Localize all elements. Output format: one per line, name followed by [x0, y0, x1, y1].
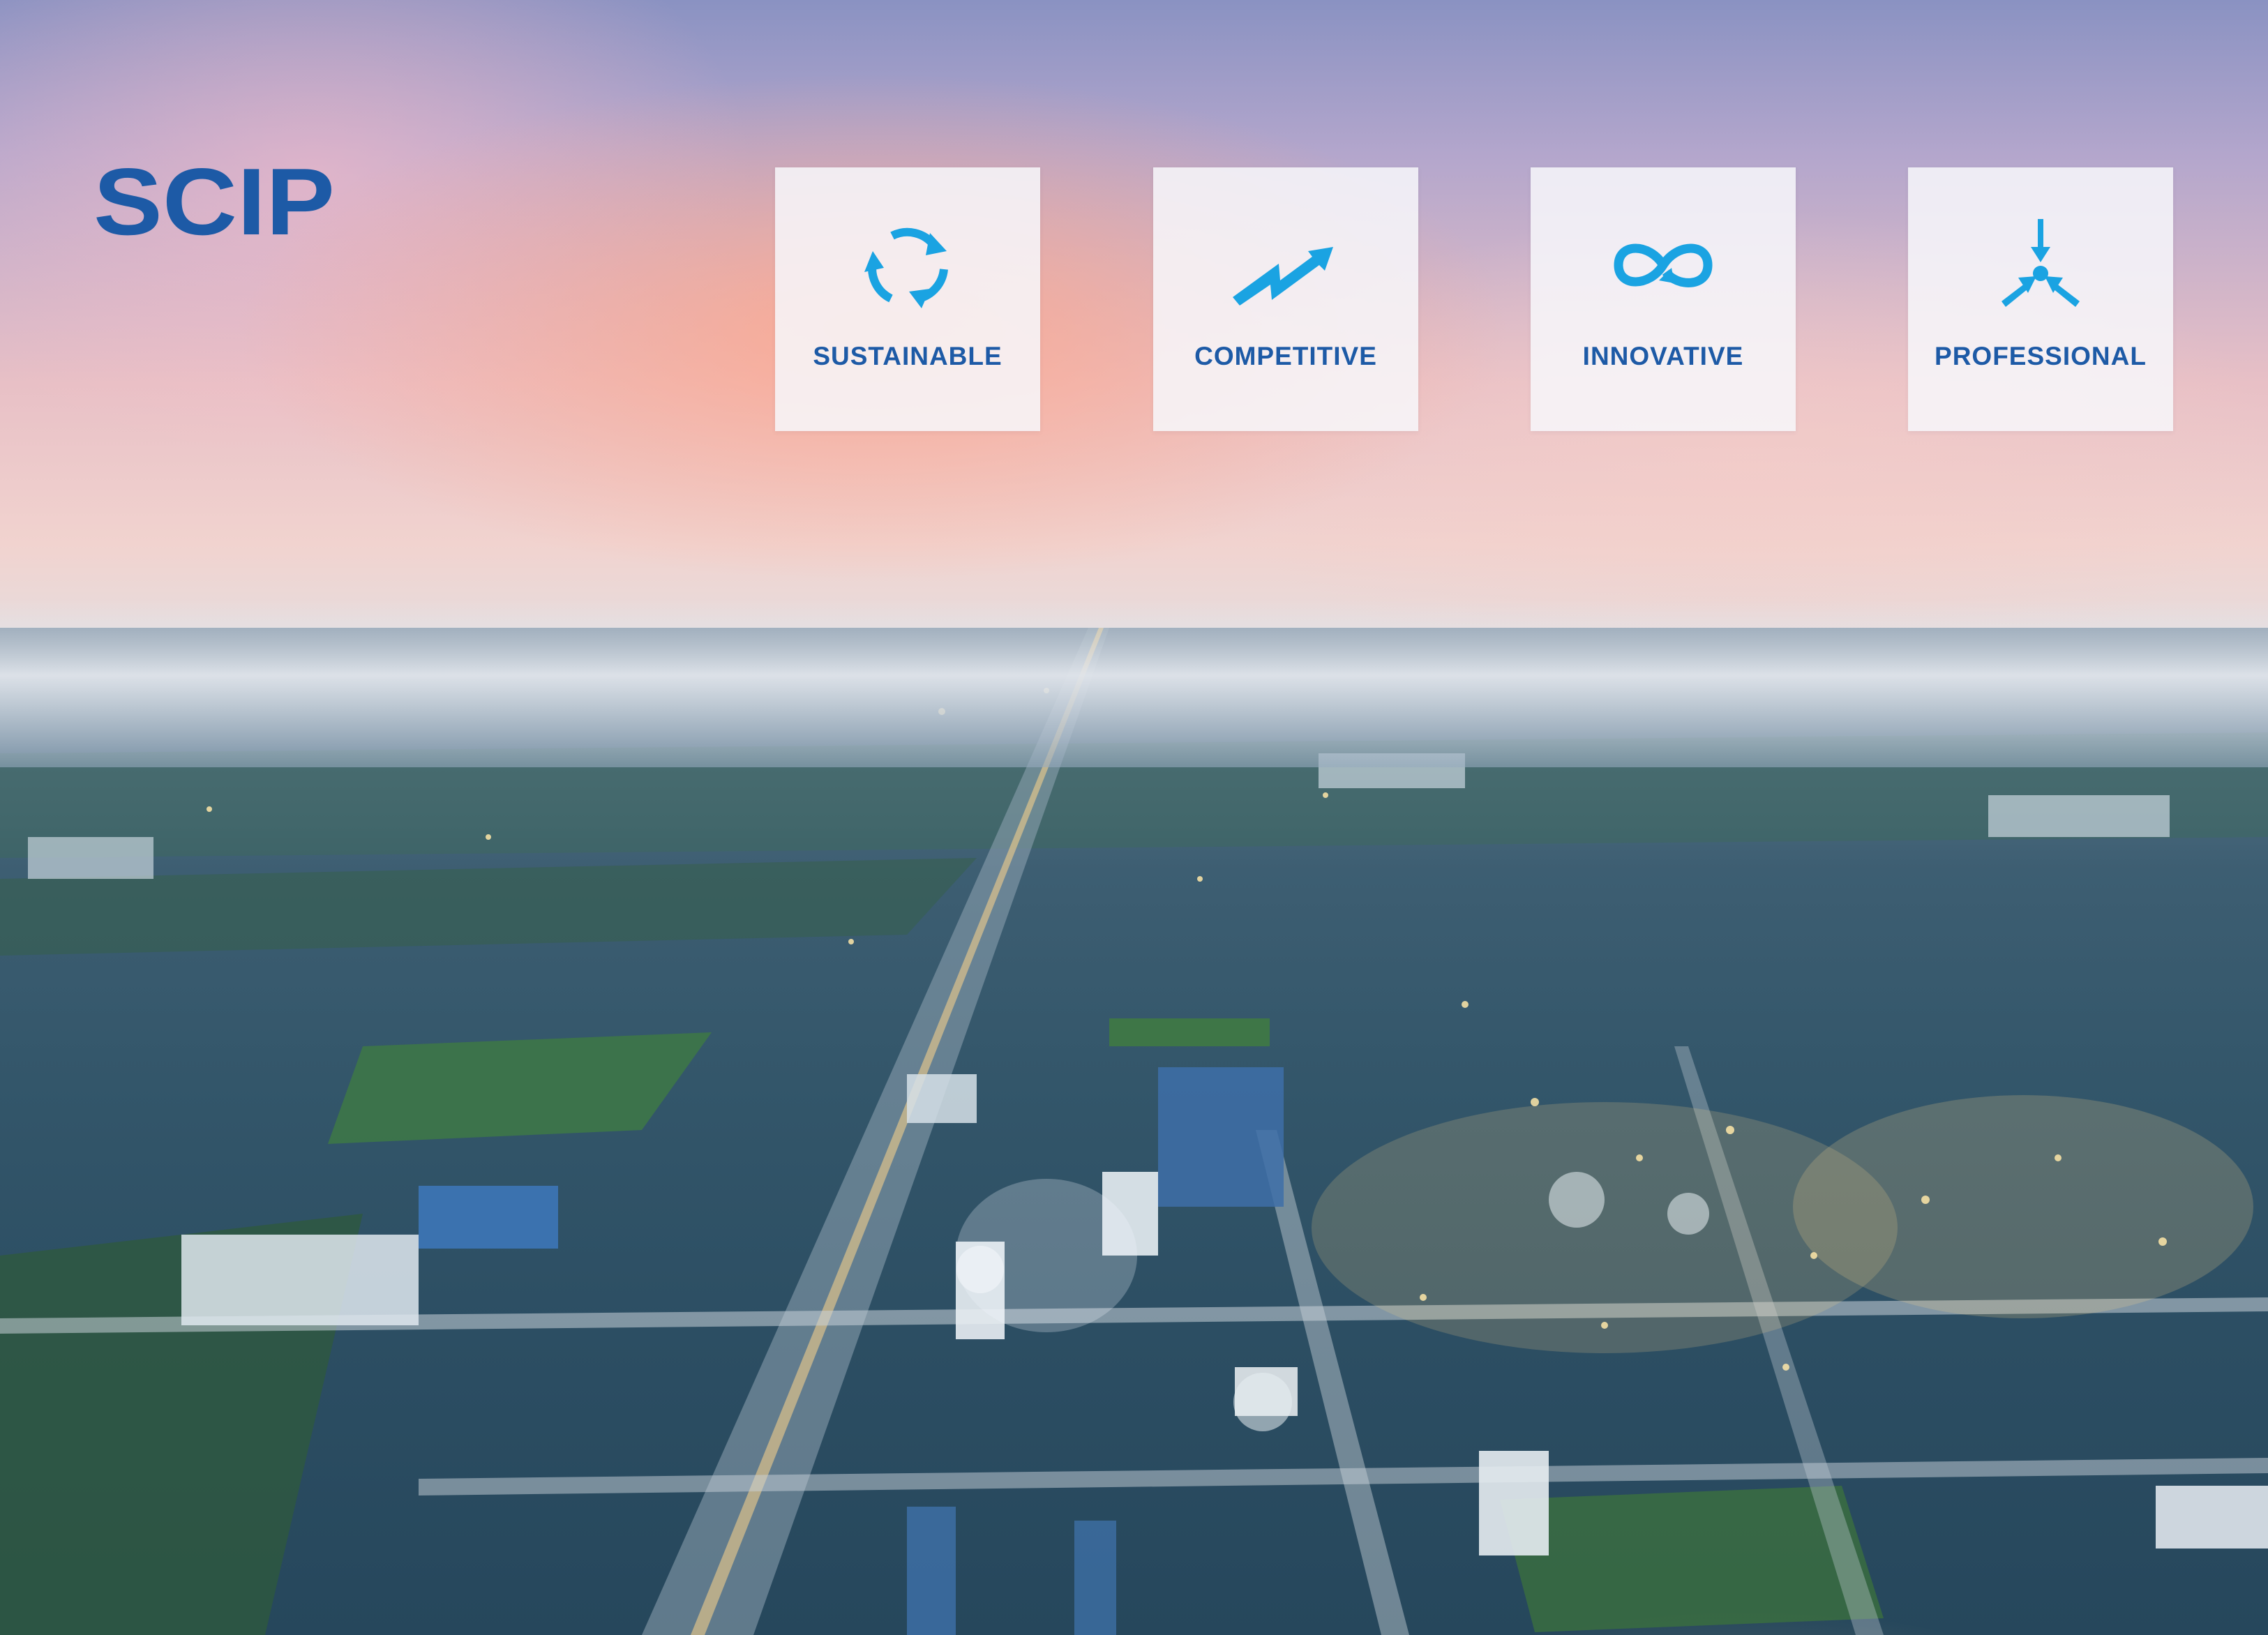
value-label: PROFESSIONAL [1935, 342, 2147, 370]
horizon-haze [0, 600, 2268, 767]
brochure-page: SCIP SUSTAINABLE COMPETITIVE INNOVATIVE … [0, 0, 2268, 1635]
value-card-professional: PROFESSIONAL [1908, 167, 2173, 431]
rising-trend-arrow-icon [1233, 247, 1333, 306]
logo-text: SCIP [93, 162, 335, 244]
scip-logo: SCIP [93, 162, 335, 244]
value-label: COMPETITIVE [1194, 342, 1377, 370]
value-label: SUSTAINABLE [813, 342, 1002, 370]
recycle-arrows-icon [864, 227, 948, 308]
value-card-innovative: INNOVATIVE [1531, 167, 1796, 431]
industrial-park-aerial-photo [0, 628, 2268, 1635]
infinity-arrows-icon [1614, 243, 1713, 287]
value-card-sustainable: SUSTAINABLE [775, 167, 1040, 431]
value-card-competitive: COMPETITIVE [1153, 167, 1418, 431]
value-label: INNOVATIVE [1582, 342, 1744, 370]
converging-arrows-icon [2002, 219, 2080, 307]
